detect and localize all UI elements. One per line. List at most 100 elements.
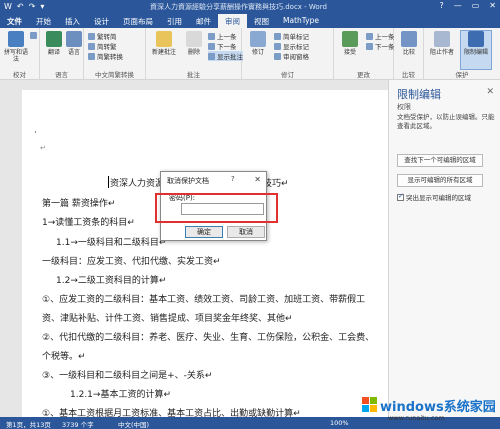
watermark-url: www.runaitu.com: [388, 414, 445, 422]
doc-line: 1→读懂工资条的科目↵: [42, 218, 135, 228]
restrict-editing-pane: 限制编辑 ✕ 权限 文档受保护，以防止误编辑。只能查看此区域。 查找下一个可编辑…: [388, 80, 500, 417]
markup-icon: [274, 33, 281, 40]
tab-references[interactable]: 引用: [160, 14, 189, 28]
close-button[interactable]: ✕: [489, 1, 496, 10]
doc-line: 资、津贴补贴、计件工资、销售提成、项目奖金年终奖、其他↵: [42, 314, 293, 324]
find-next-editable-button[interactable]: 查找下一个可编辑的区域: [397, 154, 483, 167]
customize-qat-icon[interactable]: ▾: [40, 2, 44, 11]
group-compare: 比较 比较: [394, 28, 424, 80]
doc-line: 个税等。↵: [42, 352, 86, 362]
tab-mailings[interactable]: 邮件: [189, 14, 218, 28]
tab-design[interactable]: 设计: [87, 14, 116, 28]
accept-button[interactable]: 接受: [336, 31, 364, 56]
chinese-conversion-button[interactable]: 简繁转换: [88, 51, 123, 61]
track-changes-button[interactable]: 修订: [244, 31, 272, 56]
tab-mathtype[interactable]: MathType: [276, 14, 326, 28]
block-authors-button[interactable]: 阻止作者: [428, 31, 456, 56]
new-comment-button[interactable]: 新建批注: [150, 31, 178, 56]
highlight-editable-checkbox[interactable]: 突出显示可编辑的区域: [397, 192, 471, 202]
group-label: 修订: [281, 71, 294, 79]
windows-logo-icon: [362, 397, 377, 412]
help-icon[interactable]: ?: [439, 1, 443, 10]
simp-to-trad-button[interactable]: 简转繁: [88, 41, 117, 51]
next-icon: [208, 43, 215, 50]
word-count-button[interactable]: [30, 32, 39, 40]
dialog-help-icon[interactable]: ?: [231, 175, 235, 183]
undo-icon[interactable]: ↶: [17, 2, 24, 11]
doc-line: ②、代扣代缴的二级科目：养老、医疗、失业、生育、工伤保险，公积金、工会费、: [42, 333, 375, 343]
ok-button[interactable]: 确定: [185, 226, 223, 238]
cancel-button[interactable]: 取消: [227, 226, 265, 238]
tab-home[interactable]: 开始: [29, 14, 58, 28]
new-comment-icon: [156, 31, 172, 47]
window-title: 資深人力資源經驗分享薪酬操作實務與技巧.docx - Word: [150, 3, 327, 11]
checkbox-icon: [397, 192, 404, 201]
language-indicator[interactable]: 中文(中国): [118, 419, 149, 429]
maximize-button[interactable]: ▭: [472, 1, 480, 10]
word-count[interactable]: 3739 个字: [62, 419, 94, 429]
show-all-editable-button[interactable]: 显示可编辑的所有区域: [397, 174, 483, 187]
delete-comment-icon: [186, 31, 202, 47]
next-comment-button[interactable]: 下一条: [208, 41, 237, 51]
restrict-editing-button[interactable]: 限制编辑: [460, 30, 492, 70]
group-chinese-conversion: 繁转简 简转繁 简繁转换 中文简繁转换: [84, 28, 146, 80]
compare-icon: [401, 31, 417, 47]
tab-page-layout[interactable]: 页面布局: [116, 14, 160, 28]
reviewing-pane-icon: [274, 53, 281, 60]
ribbon-tabs: 文件 开始 插入 设计 页面布局 引用 邮件 审阅 视图 MathType: [0, 14, 500, 28]
previous-comment-button[interactable]: 上一条: [208, 31, 237, 41]
doc-line: 一级科目：应发工资、代扣代缴、实发工资↵: [42, 257, 221, 267]
accept-icon: [342, 31, 358, 47]
text-cursor: [108, 176, 109, 188]
pane-close-icon[interactable]: ✕: [486, 87, 494, 97]
language-icon: [66, 31, 82, 47]
show-comments-button[interactable]: 显示批注: [208, 51, 243, 61]
track-changes-icon: [250, 31, 266, 47]
doc-line: ③、一级科目和二级科目之间是+、-关系↵: [42, 371, 213, 381]
watermark-text: windows系统家园: [380, 400, 496, 415]
group-label: 比较: [402, 71, 415, 79]
zoom-level[interactable]: 100%: [330, 419, 349, 427]
tab-insert[interactable]: 插入: [58, 14, 87, 28]
group-label: 校对: [13, 71, 26, 79]
show-markup-dropdown[interactable]: 显示标记: [274, 41, 309, 51]
pane-description: 文档受保护，以防止误编辑。只能查看此区域。: [397, 113, 495, 130]
trad-to-simp-button[interactable]: 繁转简: [88, 31, 117, 41]
tab-file[interactable]: 文件: [0, 14, 29, 28]
convert-icon: [88, 43, 95, 50]
next-change-button[interactable]: 下一条: [366, 41, 395, 51]
document-area: · ↵ 资深人力资源经验分享薪酬操作实务与技巧↵ 第一篇 薪资操作↵ 1→读懂工…: [0, 80, 388, 419]
spelling-grammar-button[interactable]: 拼写和语法: [2, 31, 30, 63]
show-markup-icon: [274, 43, 281, 50]
redo-icon[interactable]: ↷: [29, 2, 36, 11]
ribbon: 拼写和语法 校对 翻译 语言 语言 繁转简 简转繁 简繁转换 中文简繁转换 新建…: [0, 28, 500, 80]
group-label: 批注: [187, 71, 200, 79]
window-controls: ? — ▭ ✕: [439, 1, 496, 10]
doc-line: ·: [34, 128, 37, 138]
convert-icon: [88, 33, 95, 40]
group-changes: 接受 上一条 下一条 更改: [334, 28, 395, 80]
delete-comment-button[interactable]: 删除: [180, 31, 208, 56]
compare-button[interactable]: 比较: [395, 31, 423, 56]
dialog-title: 取消保护文档: [167, 177, 209, 185]
tab-review[interactable]: 审阅: [218, 14, 247, 28]
doc-line: 第一篇 薪资操作↵: [42, 199, 116, 209]
page-count[interactable]: 第1页，共13页: [6, 419, 51, 429]
document-page[interactable]: · ↵ 资深人力资源经验分享薪酬操作实务与技巧↵ 第一篇 薪资操作↵ 1→读懂工…: [22, 90, 388, 419]
reviewing-pane-dropdown[interactable]: 审阅窗格: [274, 51, 309, 61]
pane-title: 限制编辑: [397, 88, 441, 101]
tab-view[interactable]: 视图: [247, 14, 276, 28]
group-comments: 新建批注 删除 上一条 下一条 显示批注 批注: [146, 28, 243, 80]
group-language: 翻译 语言 语言: [40, 28, 84, 80]
site-watermark: windows系统家园 www.runaitu.com: [360, 394, 500, 428]
group-label: 保护: [455, 71, 469, 79]
pane-section-label: 权限: [397, 103, 411, 111]
markup-dropdown[interactable]: 简单标记: [274, 31, 309, 41]
dialog-close-icon[interactable]: ✕: [254, 175, 261, 184]
doc-line: 1.2→二级工资科目的计算↵: [56, 276, 167, 286]
group-proofing: 拼写和语法 校对: [0, 28, 40, 80]
previous-change-button[interactable]: 上一条: [366, 31, 395, 41]
highlight-annotation-box: [155, 193, 278, 223]
minimize-button[interactable]: —: [454, 1, 462, 10]
word-count-icon: [30, 32, 37, 39]
